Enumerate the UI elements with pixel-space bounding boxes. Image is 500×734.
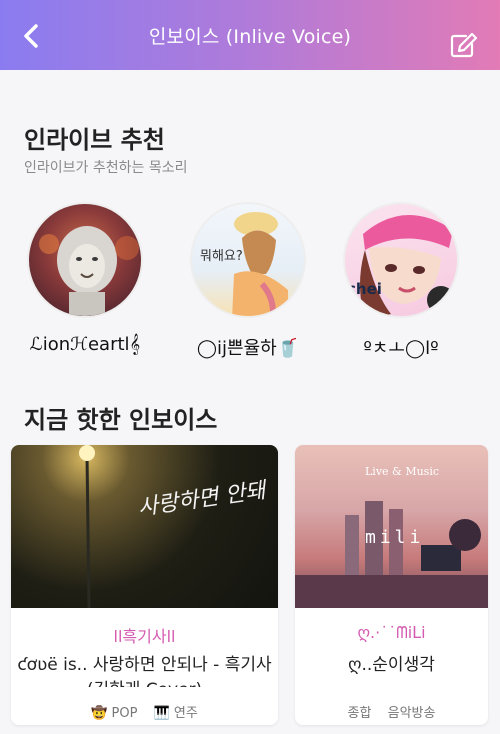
recommend-item-choi[interactable]: chei ºㅊㅗ◯lº: [336, 202, 466, 360]
card-song-title: ღ..순이생각: [348, 655, 435, 675]
tag-genre: 🤠 POP: [91, 706, 138, 721]
avatar: 뭐해요?: [190, 202, 306, 318]
card-song-subtitle: (김한래 Cover): [11, 675, 278, 687]
card-artist: ll흑기사ll: [113, 627, 176, 646]
app-header: 인보이스 (Inlive Voice): [0, 0, 500, 70]
cover-art: 사랑하면 안돼: [79, 445, 270, 608]
avatar-caption: chei: [347, 280, 382, 298]
avatar: chei: [343, 202, 459, 318]
tag-type: 음악방송: [387, 706, 436, 721]
card-song-title: ƈơʋë is.. 사랑하면 안되나 - 흑기사: [17, 655, 272, 675]
card-tags: 종합 음악방송: [295, 702, 488, 721]
cover-caption-2: mili: [365, 527, 424, 548]
recommend-item-name: ℒionℋeartl𝄞: [29, 334, 141, 355]
cover-caption: 사랑하면 안돼: [136, 478, 269, 521]
recommend-item-yulha[interactable]: 뭐해요? ◯ij쁜율하🥤: [183, 202, 313, 360]
lion-avatar-image: [39, 226, 139, 316]
cover-caption: Live & Music: [365, 465, 439, 478]
card-cover-image: 사랑하면 안돼: [11, 445, 278, 608]
card-tags: 🤠 POP 🎹 연주: [11, 702, 278, 721]
back-chevron-icon[interactable]: [18, 22, 46, 50]
recommend-section-subtitle: 인라이브가 추천하는 목소리: [24, 160, 188, 176]
recommend-item-name: ◯ij쁜율하🥤: [196, 338, 300, 359]
recommend-section-title: 인라이브 추천: [24, 126, 165, 154]
hot-section-title: 지금 핫한 인보이스: [24, 406, 218, 434]
tag-genre: 종합: [347, 706, 372, 721]
cover-art: Live & Music mili: [295, 465, 488, 608]
card-cover-image: Live & Music mili: [295, 445, 488, 608]
hot-voice-card[interactable]: Live & Music mili ღ.·˙˙ᗰiᒪi ღ..순이생각 종합 음…: [295, 445, 488, 725]
avatar-caption: 뭐해요?: [200, 249, 243, 264]
girl-avatar-image: 뭐해요?: [200, 212, 288, 316]
edit-pen-icon[interactable]: [450, 32, 478, 58]
card-artist: ღ.·˙˙ᗰiᒪi: [357, 623, 426, 642]
recommend-item-name: ºㅊㅗ◯lº: [363, 338, 439, 359]
recommend-item-lionheart[interactable]: ℒionℋeartl𝄞: [20, 202, 150, 355]
pink-hat-avatar-image: chei: [347, 214, 455, 316]
avatar: [27, 202, 143, 318]
tag-type: 🎹 연주: [153, 706, 198, 721]
hot-voice-card[interactable]: 사랑하면 안돼 ll흑기사ll ƈơʋë is.. 사랑하면 안되나 - 흑기사…: [11, 445, 278, 725]
page-title: 인보이스 (Inlive Voice): [148, 25, 352, 48]
